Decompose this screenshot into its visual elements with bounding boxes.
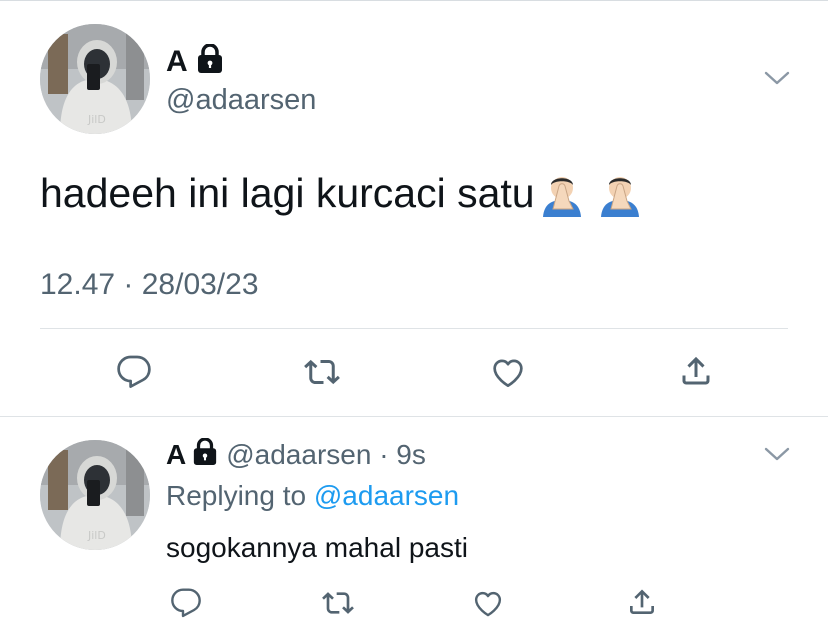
top-divider	[0, 0, 828, 1]
like-icon	[474, 591, 502, 617]
retweet-icon	[322, 592, 354, 614]
reply-avatar[interactable]: JilD	[40, 440, 150, 550]
handle[interactable]: @adaarsen	[166, 84, 316, 117]
retweet-icon	[304, 359, 340, 385]
reply-icon	[117, 355, 151, 388]
tweet-text-body: hadeeh ini lagi kurcaci satu	[40, 170, 535, 216]
tweet-timestamp[interactable]: 12.47 · 28/03/23	[40, 268, 259, 302]
display-name[interactable]: A	[166, 45, 188, 79]
tweet-thread: JilD A @adaarsen hadeeh ini lagi kurcaci…	[0, 0, 828, 627]
share-button[interactable]	[624, 584, 660, 620]
avatar[interactable]: JilD	[40, 24, 150, 134]
chevron-down-icon[interactable]	[762, 444, 792, 464]
svg-text:JilD: JilD	[87, 529, 106, 542]
like-icon	[493, 359, 523, 387]
replying-to-link[interactable]: @adaarsen	[314, 480, 459, 511]
reply-button[interactable]	[114, 352, 154, 392]
facepalm-emoji	[597, 171, 643, 217]
share-icon	[630, 589, 654, 614]
chevron-down-icon[interactable]	[762, 68, 792, 88]
like-button[interactable]	[470, 586, 506, 620]
tweet-text: hadeeh ini lagi kurcaci satu	[40, 170, 643, 217]
replying-to-prefix: Replying to	[166, 480, 314, 511]
tweet-separator	[0, 416, 828, 417]
reply-icon	[171, 588, 201, 618]
reply-display-name[interactable]: A	[166, 439, 186, 471]
divider	[40, 328, 788, 329]
facepalm-emoji	[539, 171, 585, 217]
reply-handle-time[interactable]: @adaarsen · 9s	[226, 439, 426, 471]
reply-button[interactable]	[168, 586, 204, 620]
share-icon	[682, 356, 710, 385]
reply-header: A @adaarsen · 9s	[166, 437, 426, 471]
svg-text:JilD: JilD	[87, 113, 106, 126]
lock-icon	[196, 43, 224, 79]
reply-text: sogokannya mahal pasti	[166, 532, 468, 563]
replying-to: Replying to @adaarsen	[166, 480, 459, 512]
display-name-row: A	[166, 43, 224, 79]
lock-icon	[192, 437, 218, 471]
retweet-button[interactable]	[318, 586, 358, 620]
like-button[interactable]	[488, 352, 528, 392]
retweet-button[interactable]	[300, 352, 344, 392]
share-button[interactable]	[676, 350, 716, 392]
